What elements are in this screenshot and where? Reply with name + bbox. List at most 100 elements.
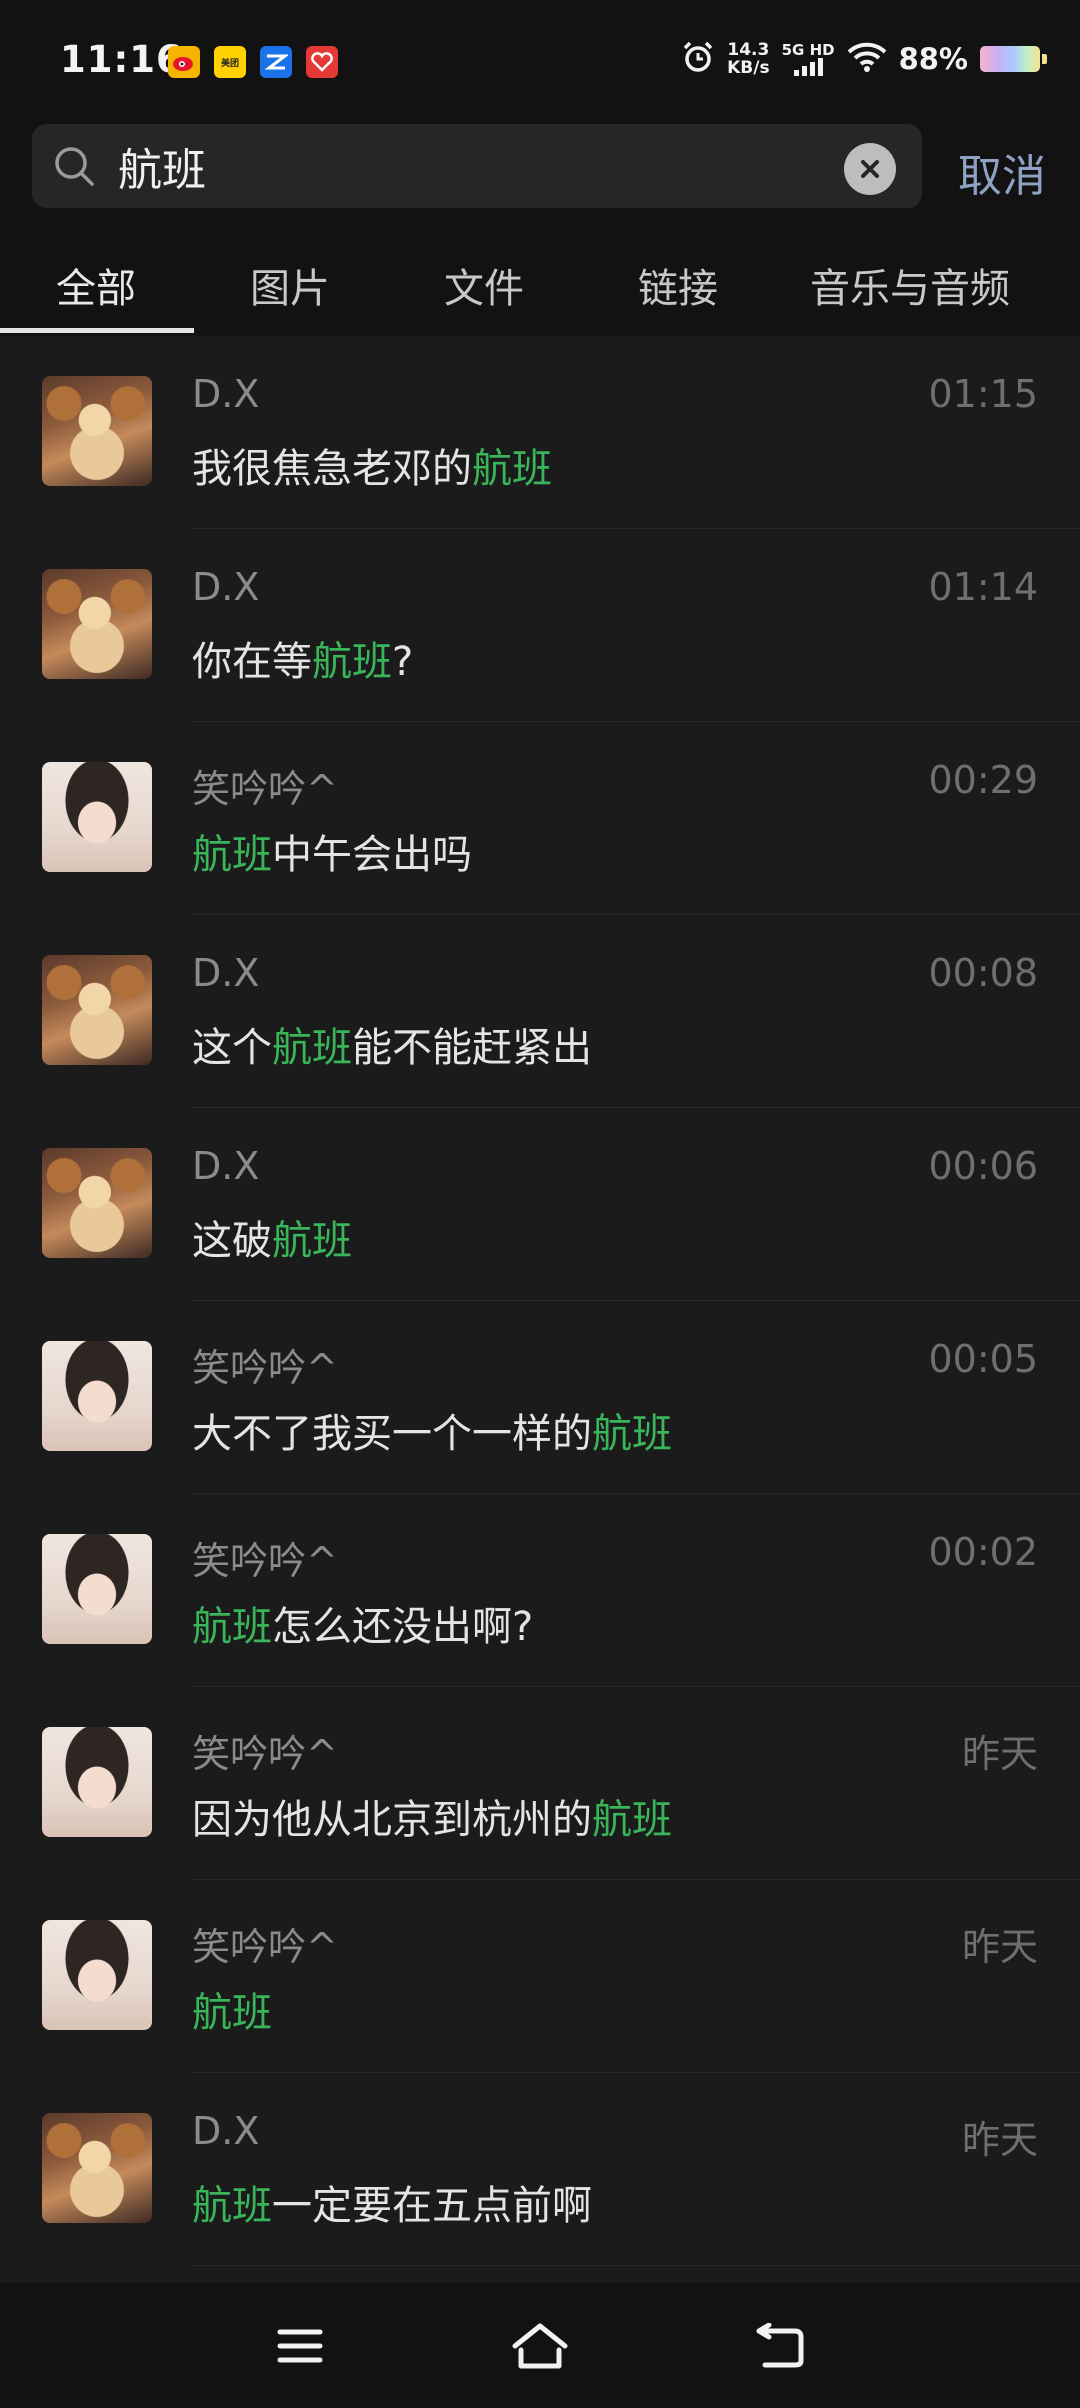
meituan-icon: 美团 — [214, 46, 246, 78]
tab-files[interactable]: 文件 — [444, 256, 524, 314]
message-text: ? — [392, 639, 414, 685]
status-app-icons: 美团 — [168, 46, 338, 78]
close-icon — [861, 160, 879, 178]
message-time: 01:14 — [928, 565, 1038, 609]
alarm-icon — [681, 40, 715, 78]
tab-links[interactable]: 链接 — [638, 256, 718, 314]
keyword-highlight: 航班 — [312, 639, 392, 685]
result-row[interactable]: 笑吟吟^ 00:29 航班中午会出吗 — [0, 722, 1080, 915]
sender-name: 笑吟吟^ — [192, 1925, 338, 1969]
result-row[interactable]: D.X 01:15 我很焦急老邓的航班 — [0, 336, 1080, 529]
keyword-highlight: 航班 — [192, 1604, 272, 1650]
keyword-highlight: 航班 — [272, 1025, 352, 1071]
avatar — [42, 1920, 152, 2030]
message-time: 00:02 — [928, 1530, 1038, 1574]
avatar — [42, 1727, 152, 1837]
keyword-highlight: 航班 — [592, 1797, 672, 1843]
tab-all[interactable]: 全部 — [56, 256, 136, 314]
weibo-icon — [168, 46, 200, 78]
search-input[interactable] — [118, 130, 858, 202]
avatar — [42, 955, 152, 1065]
message-time: 00:06 — [928, 1144, 1038, 1188]
result-row[interactable]: 笑吟吟^ 昨天因为他从北京到杭州的航班 — [0, 1687, 1080, 1880]
status-time: 11:16 — [60, 38, 183, 81]
result-row[interactable]: 笑吟吟^ 00:02 航班怎么还没出啊? — [0, 1494, 1080, 1687]
message-snippet: 这破航班 — [192, 1208, 352, 1266]
keyword-highlight: 航班 — [192, 2183, 272, 2229]
message-text: 大不了我买一个一样的 — [192, 1411, 592, 1457]
sender-name: D.X — [192, 2109, 260, 2153]
network-type: 5G HD — [781, 41, 835, 59]
message-time: 昨天 — [961, 1732, 1038, 1776]
sender-name: D.X — [192, 1144, 260, 1188]
search-box[interactable] — [32, 124, 922, 208]
message-text: 因为他从北京到杭州的 — [192, 1797, 592, 1843]
system-nav-bar — [0, 2282, 1080, 2408]
result-row[interactable]: D.X 昨天航班一定要在五点前啊 — [0, 2073, 1080, 2266]
divider — [192, 2265, 1080, 2266]
signal-indicator: 5G HD — [782, 42, 835, 76]
search-bar: 取消 — [0, 120, 1080, 224]
network-speed: 14.3 KB/s — [727, 40, 770, 78]
menu-button[interactable] — [270, 2320, 330, 2372]
sender-name: 笑吟吟^ — [192, 767, 338, 811]
message-snippet: 航班 — [192, 1980, 272, 2038]
message-snippet: 这个航班能不能赶紧出 — [192, 1015, 592, 1073]
search-icon — [55, 147, 94, 186]
result-row[interactable]: D.X 00:06 这破航班 — [0, 1108, 1080, 1301]
home-button[interactable] — [510, 2320, 570, 2372]
back-button[interactable] — [750, 2320, 810, 2372]
keyword-highlight: 航班 — [192, 832, 272, 878]
battery-percent: 88% — [898, 42, 968, 76]
sender-name: 笑吟吟^ — [192, 1732, 338, 1776]
home-icon — [512, 2323, 568, 2369]
sender-name: 笑吟吟^ — [192, 1346, 338, 1390]
message-snippet: 航班一定要在五点前啊 — [192, 2173, 592, 2231]
result-row[interactable]: D.X 01:14 你在等航班? — [0, 529, 1080, 722]
wifi-icon — [847, 42, 887, 76]
message-text: 你在等 — [192, 639, 312, 685]
message-time: 01:15 — [928, 372, 1038, 416]
cancel-button[interactable]: 取消 — [958, 140, 1046, 204]
status-bar: 11:16 美团 14.3 KB/s 5G HD 88% — [0, 0, 1080, 120]
clear-search-button[interactable] — [844, 143, 896, 195]
avatar — [42, 376, 152, 486]
keyword-highlight: 航班 — [272, 1218, 352, 1264]
keyword-highlight: 航班 — [472, 446, 552, 492]
sender-name: D.X — [192, 951, 260, 995]
search-results-list: D.X 01:15 我很焦急老邓的航班 D.X 01:14 你在等航班? 笑吟吟^ 00:29… — [0, 336, 1080, 2266]
status-right: 14.3 KB/s 5G HD 88% — [681, 40, 1047, 78]
avatar — [42, 1148, 152, 1258]
message-text: 我很焦急老邓的 — [192, 446, 472, 492]
message-time: 00:08 — [928, 951, 1038, 995]
message-snippet: 你在等航班? — [192, 629, 413, 687]
sender-name: D.X — [192, 565, 260, 609]
tab-music-audio[interactable]: 音乐与音频 — [810, 256, 1010, 314]
message-time: 00:29 — [928, 758, 1038, 802]
zte-icon — [260, 46, 292, 78]
message-snippet: 大不了我买一个一样的航班 — [192, 1401, 672, 1459]
message-time: 昨天 — [961, 2118, 1038, 2162]
keyword-highlight: 航班 — [192, 1990, 272, 2036]
message-text: 这破 — [192, 1218, 272, 1264]
tab-images[interactable]: 图片 — [250, 256, 330, 314]
message-snippet: 航班中午会出吗 — [192, 822, 472, 880]
avatar — [42, 2113, 152, 2223]
heart-app-icon — [306, 46, 338, 78]
message-snippet: 因为他从北京到杭州的航班 — [192, 1787, 672, 1845]
result-row[interactable]: 笑吟吟^ 00:05 大不了我买一个一样的航班 — [0, 1301, 1080, 1494]
avatar — [42, 1341, 152, 1451]
result-row[interactable]: D.X 00:08 这个航班能不能赶紧出 — [0, 915, 1080, 1108]
back-icon — [756, 2323, 804, 2368]
sender-name: 笑吟吟^ — [192, 1539, 338, 1583]
message-text: 一定要在五点前啊 — [272, 2183, 592, 2229]
message-snippet: 航班怎么还没出啊? — [192, 1594, 533, 1652]
keyword-highlight: 航班 — [592, 1411, 672, 1457]
sender-name: D.X — [192, 372, 260, 416]
result-row[interactable]: 笑吟吟^ 昨天航班 — [0, 1880, 1080, 2073]
avatar — [42, 569, 152, 679]
message-text: 能不能赶紧出 — [352, 1025, 592, 1071]
message-time: 昨天 — [961, 1925, 1038, 1969]
battery-icon — [980, 46, 1047, 72]
signal-bars-icon — [793, 58, 823, 76]
